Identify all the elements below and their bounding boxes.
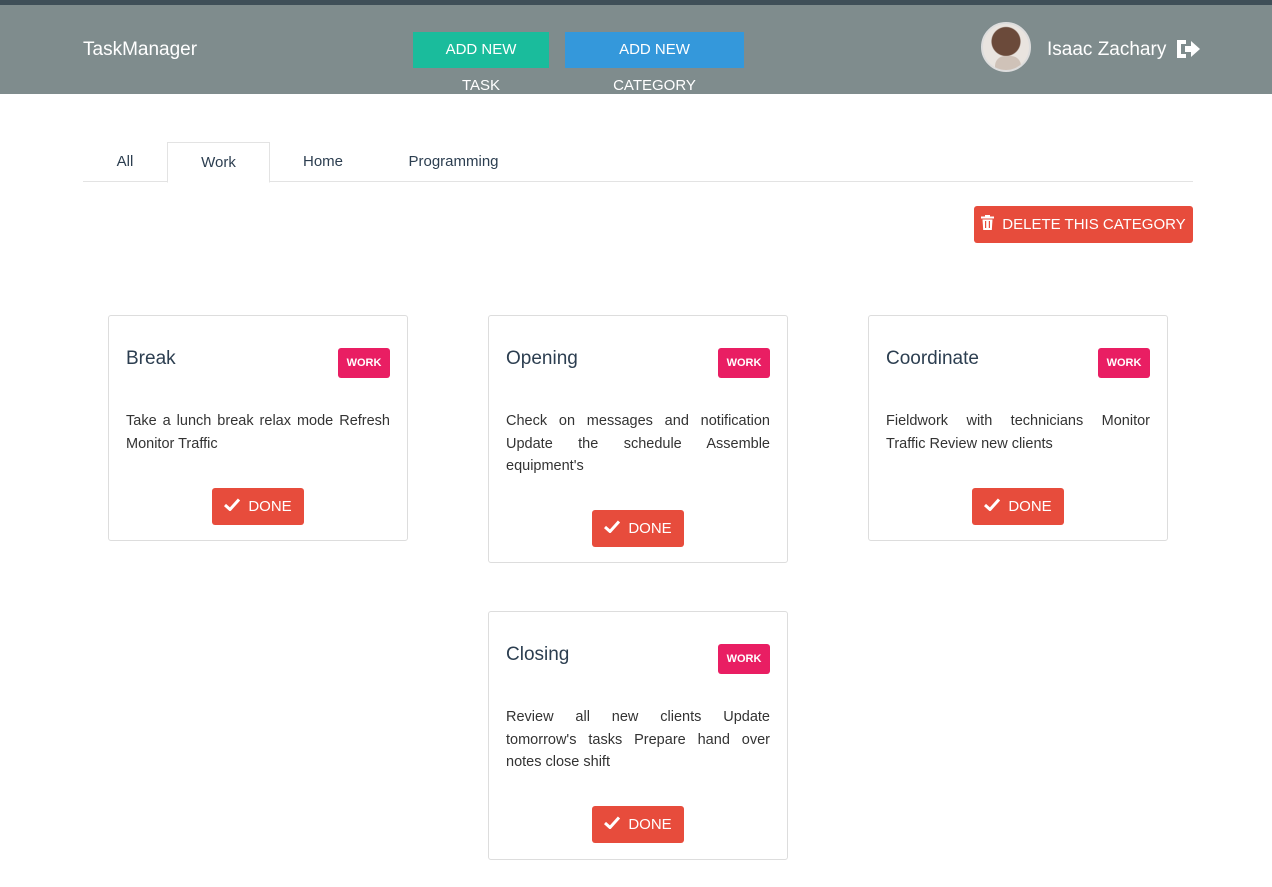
tab-all[interactable]: All (103, 142, 147, 182)
task-description: Review all new clients Update tomorrow's… (506, 709, 770, 770)
category-tabs: All Work Home Programming (83, 142, 1193, 183)
done-label: DONE (628, 816, 672, 833)
task-description: Fieldwork with technicians Monitor Traff… (886, 413, 1150, 452)
check-icon (224, 498, 241, 515)
category-badge: WORK (1098, 348, 1150, 378)
check-icon (604, 816, 621, 833)
delete-category-label: DELETE THIS CATEGORY (1002, 216, 1186, 233)
task-card: Coordinate WORK Fieldwork with technicia… (868, 315, 1168, 541)
avatar (981, 22, 1031, 72)
navbar: TaskManager ADD NEW TASK ADD NEW CATEGOR… (0, 5, 1272, 94)
task-title: Coordinate (886, 348, 979, 369)
add-new-task-button[interactable]: ADD NEW TASK (413, 32, 549, 94)
category-badge: WORK (338, 348, 390, 378)
trash-icon (981, 215, 995, 234)
done-button[interactable]: DONE (212, 488, 304, 525)
tab-home[interactable]: Home (286, 142, 360, 182)
category-badge: WORK (718, 348, 770, 378)
task-title: Break (126, 348, 176, 369)
check-icon (604, 520, 621, 537)
brand-logo[interactable]: TaskManager (83, 39, 197, 61)
tab-programming[interactable]: Programming (396, 142, 511, 182)
add-new-category-button[interactable]: ADD NEW CATEGORY (565, 32, 744, 94)
task-title: Closing (506, 644, 570, 665)
task-description: Take a lunch break relax mode Refresh Mo… (126, 413, 390, 452)
done-label: DONE (628, 520, 672, 537)
task-card: Break WORK Take a lunch break relax mode… (108, 315, 408, 541)
done-button[interactable]: DONE (972, 488, 1064, 525)
tab-work[interactable]: Work (167, 142, 270, 183)
task-card: Closing WORK Review all new clients Upda… (488, 611, 788, 860)
check-icon (984, 498, 1001, 515)
sign-out-icon[interactable] (1174, 37, 1202, 61)
user-name: Isaac Zachary (1047, 39, 1167, 60)
task-title: Opening (506, 348, 578, 369)
done-button[interactable]: DONE (592, 510, 684, 547)
done-button[interactable]: DONE (592, 806, 684, 843)
category-badge: WORK (718, 644, 770, 674)
done-label: DONE (1008, 498, 1052, 515)
done-label: DONE (248, 498, 292, 515)
task-description: Check on messages and notification Updat… (506, 413, 770, 474)
task-card: Opening WORK Check on messages and notif… (488, 315, 788, 563)
delete-category-button[interactable]: DELETE THIS CATEGORY (974, 206, 1193, 243)
